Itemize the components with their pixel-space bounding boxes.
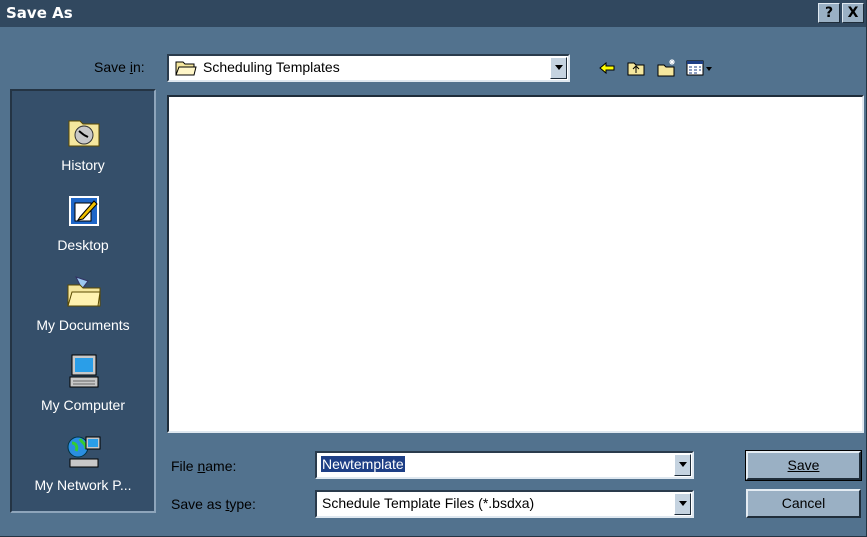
- close-button[interactable]: X: [842, 3, 864, 23]
- places-history-label: History: [61, 157, 105, 173]
- file-name-dropdown-button[interactable]: [674, 454, 691, 476]
- places-my-documents[interactable]: My Documents: [12, 271, 154, 347]
- places-my-computer[interactable]: My Computer: [12, 351, 154, 427]
- dialog-title: Save As: [6, 4, 73, 22]
- places-my-network-label: My Network P...: [34, 477, 132, 493]
- save-as-dialog: Save As ? X Save in: Scheduling Template…: [0, 0, 867, 537]
- save-in-dropdown-button[interactable]: [550, 57, 567, 79]
- help-button[interactable]: ?: [818, 3, 840, 23]
- save-in-value: Scheduling Templates: [203, 59, 340, 75]
- title-bar[interactable]: Save As ? X: [0, 0, 866, 27]
- save-as-type-dropdown-button[interactable]: [674, 493, 691, 515]
- new-folder-icon[interactable]: [657, 58, 677, 78]
- file-list[interactable]: [167, 95, 864, 433]
- places-history[interactable]: History: [12, 111, 154, 187]
- history-icon: [68, 120, 100, 147]
- desktop-icon: [69, 196, 99, 226]
- file-name-value: Newtemplate: [321, 456, 405, 472]
- folder-open-icon: [175, 61, 197, 76]
- cancel-button[interactable]: Cancel: [746, 489, 861, 518]
- save-button[interactable]: Save: [745, 450, 862, 481]
- save-as-type-select[interactable]: Schedule Template Files (*.bsdxa): [315, 490, 694, 518]
- up-folder-icon[interactable]: [626, 58, 646, 78]
- places-bar: History Desktop My Documents My Computer…: [10, 89, 156, 513]
- my-documents-icon: [67, 276, 101, 307]
- network-places-icon: [67, 436, 101, 468]
- views-menu-icon[interactable]: [686, 58, 714, 78]
- my-computer-icon: [69, 354, 99, 388]
- save-button-label: Save: [787, 457, 820, 473]
- file-name-input[interactable]: Newtemplate: [315, 451, 694, 479]
- places-my-computer-label: My Computer: [40, 397, 126, 413]
- file-name-label: File name:: [171, 458, 237, 474]
- places-my-documents-label: My Documents: [36, 317, 130, 333]
- places-my-network[interactable]: My Network P...: [12, 431, 154, 507]
- places-desktop[interactable]: Desktop: [12, 191, 154, 267]
- places-desktop-label: Desktop: [57, 237, 109, 253]
- save-as-type-label: Save as type:: [171, 496, 256, 512]
- save-as-type-value: Schedule Template Files (*.bsdxa): [322, 495, 535, 511]
- save-in-combo[interactable]: Scheduling Templates: [167, 54, 570, 82]
- back-arrow-icon[interactable]: [597, 58, 617, 78]
- save-in-label: Save in:: [94, 59, 145, 75]
